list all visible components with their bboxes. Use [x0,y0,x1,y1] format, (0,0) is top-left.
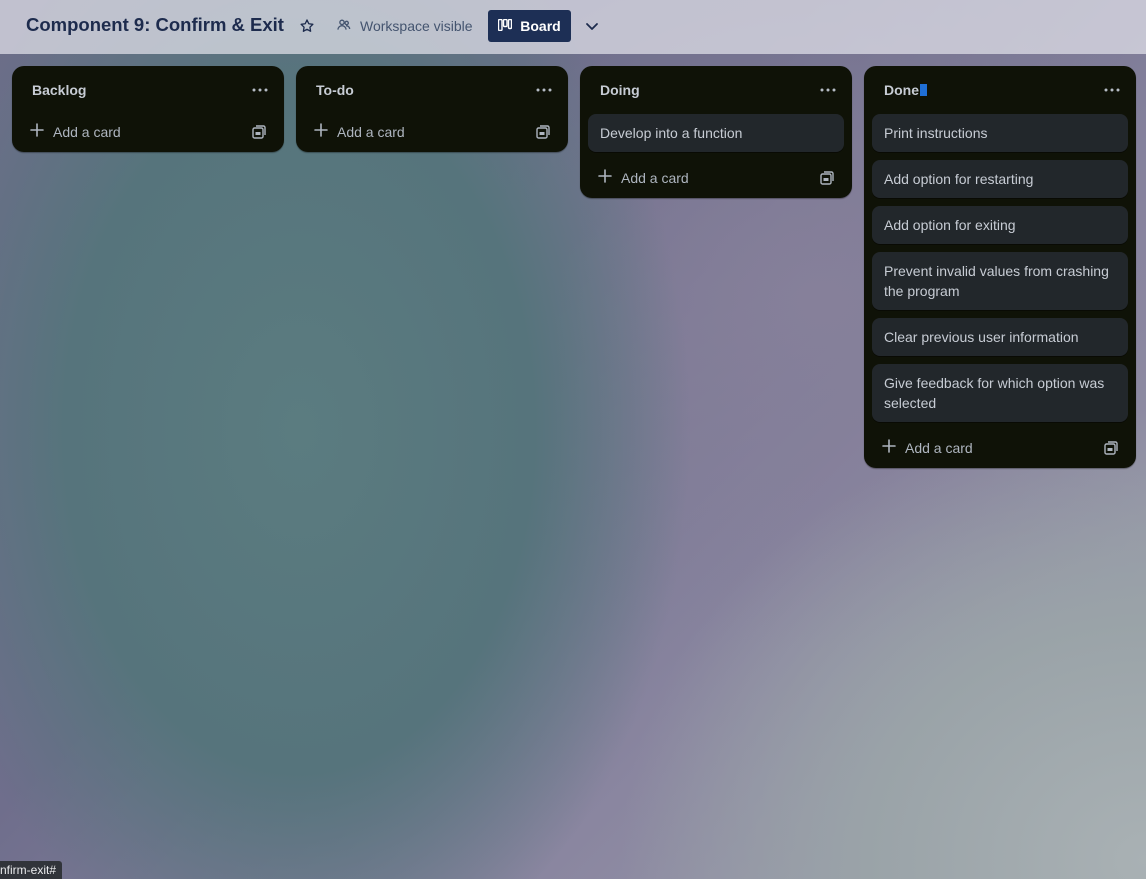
more-horizontal-icon[interactable] [248,78,272,102]
add-card-label: Add a card [337,123,405,140]
list-doing: Doing Develop into a function Add a card [580,66,852,198]
chevron-down-icon[interactable] [580,14,604,38]
plus-icon [598,169,612,186]
card-list: Develop into a function [580,114,852,152]
add-card-button[interactable]: Add a card [598,169,689,186]
card-template-icon[interactable] [1104,441,1120,457]
visibility-label: Workspace visible [360,18,473,34]
add-card-row: Add a card [20,114,276,152]
list-header: Doing [580,66,852,114]
add-card-row: Add a card [872,430,1128,468]
text-cursor-highlight [920,84,927,96]
list-title[interactable]: Backlog [32,82,86,98]
list-header: To-do [296,66,568,114]
plus-icon [882,439,896,456]
board-title[interactable]: Component 9: Confirm & Exit [26,14,284,36]
more-horizontal-icon[interactable] [532,78,556,102]
board-header: Component 9: Confirm & Exit Workspace vi… [0,0,1146,54]
more-horizontal-icon[interactable] [816,78,840,102]
card[interactable]: Clear previous user information [872,318,1128,356]
list-to-do: To-do Add a card [296,66,568,152]
star-icon[interactable] [296,15,318,37]
add-card-label: Add a card [905,439,973,456]
card[interactable]: Prevent invalid values from crashing the… [872,252,1128,310]
add-card-button[interactable]: Add a card [314,123,405,140]
more-horizontal-icon[interactable] [1100,78,1124,102]
plus-icon [30,123,44,140]
card-template-icon[interactable] [536,125,552,141]
board-view-button[interactable]: Board [488,10,571,42]
workspace-visibility-icon [336,17,352,36]
add-card-row: Add a card [304,114,560,152]
board-view-icon [498,18,513,34]
list-title-text: Done [884,82,919,98]
card[interactable]: Print instructions [872,114,1128,152]
list-done: Done Print instructions Add option for r… [864,66,1136,468]
add-card-button[interactable]: Add a card [882,439,973,456]
list-title[interactable]: Doing [600,82,640,98]
list-header: Backlog [12,66,284,114]
list-title[interactable]: Done [884,82,927,98]
card-template-icon[interactable] [252,125,268,141]
card[interactable]: Add option for exiting [872,206,1128,244]
list-header: Done [864,66,1136,114]
add-card-label: Add a card [621,169,689,186]
add-card-row: Add a card [588,160,844,198]
card[interactable]: Develop into a function [588,114,844,152]
card[interactable]: Give feedback for which option was selec… [872,364,1128,422]
list-title[interactable]: To-do [316,82,354,98]
board-view-label: Board [520,18,561,34]
plus-icon [314,123,328,140]
card[interactable]: Add option for restarting [872,160,1128,198]
add-card-label: Add a card [53,123,121,140]
card-template-icon[interactable] [820,171,836,187]
card-list: Print instructions Add option for restar… [864,114,1136,422]
list-backlog: Backlog Add a card [12,66,284,152]
status-bar-url: nfirm-exit# [0,861,63,879]
add-card-button[interactable]: Add a card [30,123,121,140]
visibility-button[interactable]: Workspace visible [336,13,473,39]
